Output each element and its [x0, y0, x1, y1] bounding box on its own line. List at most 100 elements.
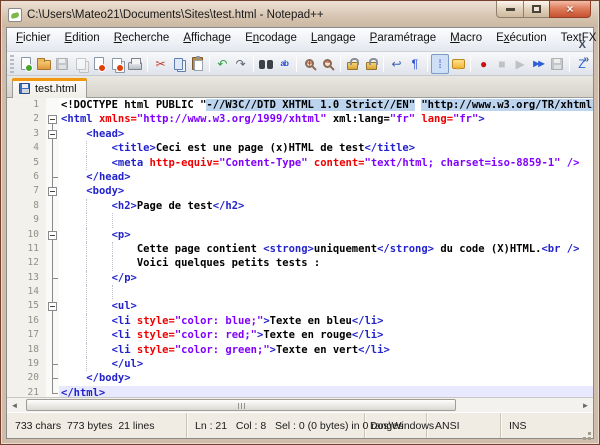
replace-button[interactable]: ab	[275, 54, 293, 74]
line-number[interactable]: 12	[7, 256, 46, 271]
line-number[interactable]: 4	[7, 141, 46, 156]
menu-item-edition[interactable]: Edition	[58, 30, 107, 46]
line-number[interactable]: 21	[7, 385, 46, 397]
line-number[interactable]: 1	[7, 98, 46, 113]
line-number[interactable]: 19	[7, 357, 46, 372]
fold-margin[interactable]	[46, 155, 59, 170]
save-all-button[interactable]	[71, 54, 89, 74]
code-text[interactable]: </head>	[59, 170, 593, 184]
line-number[interactable]: 2	[7, 112, 46, 127]
close-button[interactable]: ×	[549, 1, 591, 18]
word-wrap-button[interactable]: ↩	[387, 54, 405, 74]
paste-button[interactable]	[188, 54, 206, 74]
sync-vertical-scroll-button[interactable]	[344, 54, 362, 74]
minimize-button[interactable]	[496, 1, 524, 18]
code-line[interactable]: 18 <li style="color: green;">Texte en ve…	[7, 342, 593, 358]
code-line[interactable]: 14	[7, 285, 593, 300]
toolbar-grip-icon[interactable]	[10, 54, 14, 73]
fold-collapse-icon[interactable]	[48, 230, 57, 240]
fold-collapse-icon[interactable]	[48, 115, 57, 125]
sync-horizontal-scroll-button[interactable]	[362, 54, 380, 74]
menu-item-fichier[interactable]: Fichier	[9, 30, 58, 46]
code-text[interactable]: <p>	[59, 227, 593, 242]
fold-margin[interactable]	[46, 270, 59, 286]
play-macro-button[interactable]: ▶	[511, 54, 529, 74]
fold-margin[interactable]	[46, 112, 59, 127]
code-text[interactable]: <head>	[59, 127, 593, 141]
fold-margin[interactable]	[46, 371, 59, 386]
code-line[interactable]: 9	[7, 213, 593, 228]
line-number[interactable]: 3	[7, 126, 46, 142]
code-text[interactable]: <li style="color: green;">Texte en vert<…	[59, 342, 593, 358]
close-all-docs-button[interactable]	[108, 54, 126, 74]
code-text[interactable]	[59, 213, 593, 228]
code-line[interactable]: 1 <!DOCTYPE html PUBLIC "-//W3C//DTD XHTM…	[7, 98, 593, 113]
fold-margin[interactable]	[46, 213, 59, 228]
fold-margin[interactable]	[46, 184, 59, 199]
code-line[interactable]: 8 <h2>Page de test</h2>	[7, 198, 593, 214]
code-line[interactable]: 11 Cette page contient <strong>uniquemen…	[7, 241, 593, 257]
code-text[interactable]: </p>	[59, 270, 593, 286]
code-text[interactable]: <body>	[59, 184, 593, 198]
code-line[interactable]: 10 <p>	[7, 227, 593, 242]
code-text[interactable]: <!DOCTYPE html PUBLIC "-//W3C//DTD XHTML…	[59, 98, 593, 112]
line-number[interactable]: 15	[7, 299, 46, 314]
line-number[interactable]: 14	[7, 285, 46, 300]
maximize-button[interactable]	[523, 1, 550, 18]
code-line[interactable]: 13 </p>	[7, 270, 593, 286]
code-text[interactable]: <ul>	[59, 299, 593, 314]
fold-margin[interactable]	[46, 357, 59, 372]
code-text[interactable]: <li style="color: red;">Texte en rouge</…	[59, 328, 593, 343]
code-line[interactable]: 15 <ul>	[7, 299, 593, 314]
zoom-in-button[interactable]	[300, 54, 318, 74]
line-number[interactable]: 9	[7, 213, 46, 228]
line-number[interactable]: 8	[7, 198, 46, 214]
code-text[interactable]: Cette page contient <strong>uniquement</…	[59, 241, 593, 257]
code-text[interactable]: </ul>	[59, 357, 593, 372]
horizontal-scrollbar[interactable]: ◄ ►	[7, 397, 593, 412]
copy-button[interactable]	[170, 54, 188, 74]
code-line[interactable]: 3 <head>	[7, 126, 593, 142]
tab-test-html[interactable]: test.html	[12, 78, 87, 98]
fold-margin[interactable]	[46, 227, 59, 242]
code-text[interactable]: Voici quelques petits tests :	[59, 256, 593, 271]
function-completion-button[interactable]	[449, 54, 467, 74]
code-text[interactable]: <title>Ceci est une page (x)HTML de test…	[59, 141, 593, 156]
undo-button[interactable]: ↶	[213, 54, 231, 74]
code-line[interactable]: 2 <html xmlns="http://www.w3.org/1999/xht…	[7, 112, 593, 127]
fold-margin[interactable]	[46, 256, 59, 271]
menu-item-parametrage[interactable]: Paramétrage	[363, 30, 443, 46]
print-button[interactable]	[126, 54, 144, 74]
menu-item-macro[interactable]: Macro	[443, 30, 489, 46]
record-macro-button[interactable]: ●	[474, 54, 492, 74]
fold-margin[interactable]	[46, 342, 59, 358]
fold-collapse-icon[interactable]	[48, 302, 57, 312]
cut-button[interactable]: ✂	[151, 54, 169, 74]
show-all-chars-button[interactable]: ¶	[406, 54, 424, 74]
code-text[interactable]: </html>	[59, 385, 593, 397]
redo-button[interactable]: ↷	[232, 54, 250, 74]
fold-margin[interactable]	[46, 328, 59, 343]
zoom-out-button[interactable]	[319, 54, 337, 74]
code-line[interactable]: 5 <meta http-equiv="Content-Type" conten…	[7, 155, 593, 170]
resize-grip-icon[interactable]	[588, 432, 591, 435]
line-number[interactable]: 11	[7, 241, 46, 257]
menu-item-affichage[interactable]: Affichage	[176, 30, 238, 46]
code-line[interactable]: 19 </ul>	[7, 357, 593, 372]
code-text[interactable]: <li style="color: blue;">Texte en bleu</…	[59, 313, 593, 329]
line-number[interactable]: 7	[7, 184, 46, 199]
code-line[interactable]: 16 <li style="color: blue;">Texte en ble…	[7, 313, 593, 329]
find-button[interactable]	[257, 54, 275, 74]
menu-item-recherche[interactable]: Recherche	[107, 30, 177, 46]
code-line[interactable]: 21 </html>	[7, 385, 593, 397]
scrollbar-thumb[interactable]	[26, 399, 456, 411]
menu-item-textfx[interactable]: TextFX	[554, 30, 600, 46]
fold-collapse-icon[interactable]	[48, 187, 57, 197]
line-number[interactable]: 13	[7, 270, 46, 286]
fold-margin[interactable]	[46, 98, 59, 113]
new-file-button[interactable]	[17, 54, 35, 74]
code-text[interactable]: </body>	[59, 371, 593, 385]
fold-margin[interactable]	[46, 198, 59, 214]
code-text[interactable]: <h2>Page de test</h2>	[59, 198, 593, 214]
line-number[interactable]: 16	[7, 313, 46, 329]
